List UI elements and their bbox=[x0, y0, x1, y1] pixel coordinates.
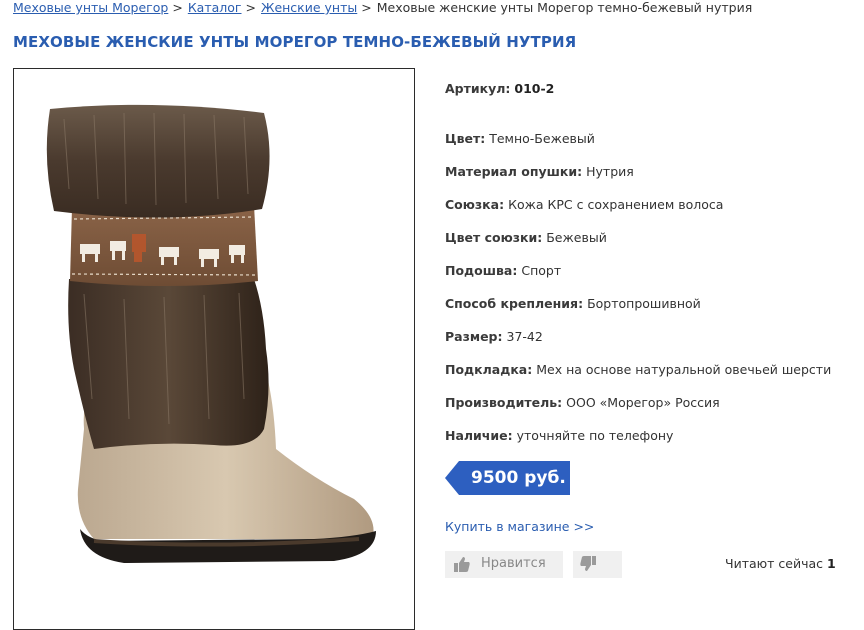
spec-availability: Наличие: уточняйте по телефону bbox=[445, 428, 673, 443]
spec-value: 010-2 bbox=[514, 81, 555, 96]
like-button[interactable]: Нравится bbox=[445, 551, 563, 578]
spec-key: Цвет: bbox=[445, 131, 486, 146]
dislike-button[interactable] bbox=[573, 551, 622, 578]
spec-article: Артикул: 010-2 bbox=[445, 81, 554, 96]
spec-key: Размер: bbox=[445, 329, 503, 344]
spec-key: Материал опушки: bbox=[445, 164, 583, 179]
like-label: Нравится bbox=[481, 556, 546, 571]
page-title: МЕХОВЫЕ ЖЕНСКИЕ УНТЫ МОРЕГОР ТЕМНО-БЕЖЕВ… bbox=[13, 33, 577, 51]
price-tag: 9500 руб. bbox=[445, 461, 570, 495]
spec-key: Подкладка: bbox=[445, 362, 533, 377]
spec-fastening: Способ крепления: Бортопрошивной bbox=[445, 296, 701, 311]
spec-value: Кожа КРС с сохранением волоса bbox=[508, 197, 724, 212]
spec-value: Нутрия bbox=[586, 164, 634, 179]
spec-value: Бежевый bbox=[546, 230, 607, 245]
spec-value: 37-42 bbox=[506, 329, 543, 344]
buy-in-store-link[interactable]: Купить в магазине >> bbox=[445, 519, 594, 534]
boot-illustration bbox=[46, 104, 376, 563]
thumbs-down-icon bbox=[580, 556, 596, 575]
spec-value: Темно-Бежевый bbox=[489, 131, 595, 146]
breadcrumb-link-womens-unty[interactable]: Женские унты bbox=[261, 0, 357, 15]
spec-manufacturer: Производитель: ООО «Морегор» Россия bbox=[445, 395, 720, 410]
spec-value: Спорт bbox=[521, 263, 562, 278]
spec-color: Цвет: Темно-Бежевый bbox=[445, 131, 595, 146]
spec-value: Бортопрошивной bbox=[587, 296, 701, 311]
spec-value: уточняйте по телефону bbox=[516, 428, 674, 443]
breadcrumb-link-catalog[interactable]: Каталог bbox=[188, 0, 242, 15]
reading-now-count: 1 bbox=[827, 556, 836, 571]
price-value: 9500 руб. bbox=[471, 468, 566, 488]
breadcrumb-separator: > bbox=[172, 0, 183, 15]
spec-sole: Подошва: Спорт bbox=[445, 263, 561, 278]
spec-vamp-color: Цвет союзки: Бежевый bbox=[445, 230, 607, 245]
spec-key: Способ крепления: bbox=[445, 296, 584, 311]
breadcrumb: Меховые унты Морегор > Каталог > Женские унт… bbox=[13, 0, 752, 16]
spec-key: Артикул: bbox=[445, 81, 511, 96]
spec-key: Производитель: bbox=[445, 395, 563, 410]
reading-now-label: Читают сейчас bbox=[725, 556, 824, 571]
spec-key: Союзка: bbox=[445, 197, 505, 212]
spec-key: Наличие: bbox=[445, 428, 513, 443]
thumbs-up-icon bbox=[454, 557, 470, 576]
spec-value: Мех на основе натуральной овечьей шерсти bbox=[536, 362, 832, 377]
spec-trim-material: Материал опушки: Нутрия bbox=[445, 164, 634, 179]
breadcrumb-link-home[interactable]: Меховые унты Морегор bbox=[13, 0, 168, 15]
spec-size: Размер: 37-42 bbox=[445, 329, 543, 344]
breadcrumb-separator: > bbox=[361, 0, 372, 15]
product-image[interactable] bbox=[13, 68, 415, 630]
breadcrumb-current: Меховые женские унты Морегор темно-бежев… bbox=[376, 0, 753, 15]
spec-key: Цвет союзки: bbox=[445, 230, 543, 245]
breadcrumb-separator: > bbox=[245, 0, 256, 15]
spec-lining: Подкладка: Мех на основе натуральной ове… bbox=[445, 362, 831, 377]
spec-key: Подошва: bbox=[445, 263, 518, 278]
spec-value: ООО «Морегор» Россия bbox=[566, 395, 720, 410]
spec-vamp: Союзка: Кожа КРС с сохранением волоса bbox=[445, 197, 723, 212]
reading-now: Читают сейчас 1 bbox=[725, 556, 836, 571]
